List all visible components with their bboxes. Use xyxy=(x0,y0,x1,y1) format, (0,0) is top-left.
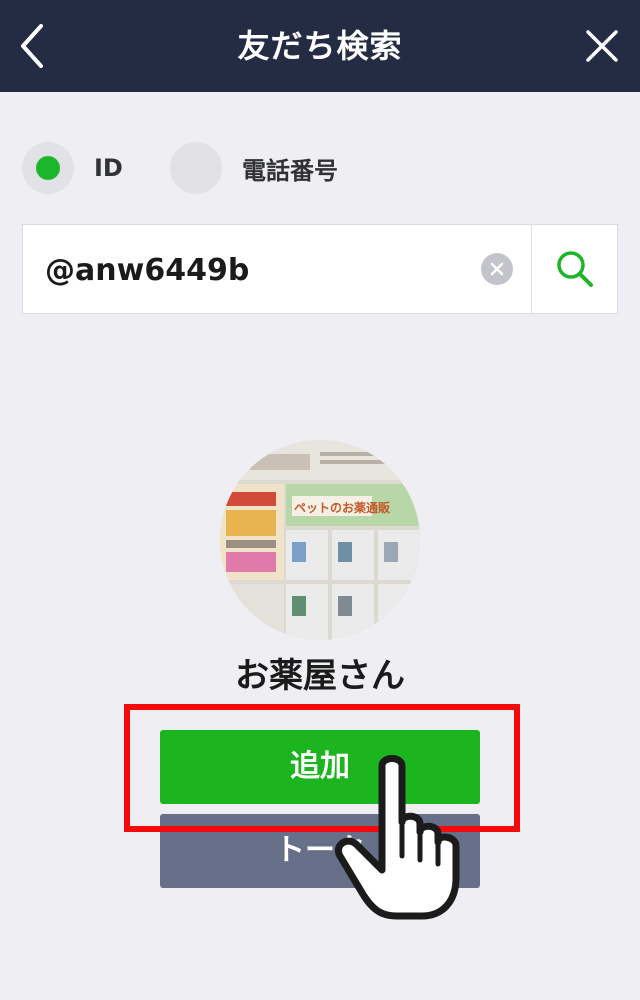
radio-button-selected[interactable] xyxy=(22,142,74,194)
profile-avatar[interactable]: ペットのお薬通販 xyxy=(220,440,420,640)
search-button[interactable] xyxy=(532,225,618,313)
friend-search-screen: 友だち検索 ID 電話番号 @anw6449b ペットのお薬通販 お薬屋さん 追… xyxy=(0,0,640,1000)
radio-button-unselected[interactable] xyxy=(170,142,222,194)
avatar-caption: ペットのお薬通販 xyxy=(294,500,391,515)
radio-label-phone: 電話番号 xyxy=(242,156,338,185)
radio-label-id: ID xyxy=(94,154,123,182)
search-bar xyxy=(22,224,618,315)
nav-header: 友だち検索 xyxy=(0,0,640,92)
close-icon xyxy=(586,30,618,62)
search-input[interactable] xyxy=(43,225,487,315)
talk-button[interactable]: トーク xyxy=(160,814,480,888)
add-friend-button[interactable]: 追加 xyxy=(160,730,480,804)
avatar-image: ペットのお薬通販 xyxy=(220,440,420,640)
clear-button[interactable] xyxy=(481,253,513,285)
close-button[interactable] xyxy=(578,22,626,70)
radio-option-id[interactable]: ID xyxy=(22,142,123,194)
search-icon xyxy=(557,251,593,287)
radio-selected-dot xyxy=(36,156,60,180)
page-title: 友だち検索 xyxy=(237,27,403,65)
profile-name: お薬屋さん xyxy=(235,656,405,696)
radio-option-phone[interactable]: 電話番号 xyxy=(170,142,338,194)
clear-icon xyxy=(490,262,504,276)
